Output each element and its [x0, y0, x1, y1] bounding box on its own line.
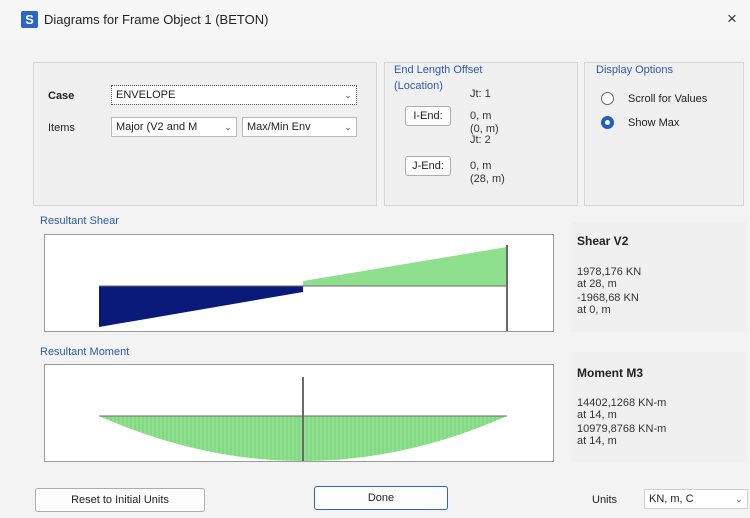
resultant-moment-title: Resultant Moment	[40, 346, 130, 358]
j-end-value: 0, m	[470, 160, 492, 172]
case-label: Case	[48, 90, 75, 102]
app-logo-icon: S	[21, 11, 38, 28]
shear-negative-region	[99, 286, 303, 327]
moment-diagram-svg	[99, 377, 507, 461]
done-button[interactable]: Done	[314, 486, 448, 510]
shear-max-location: at 28, m	[577, 278, 617, 290]
items-dropdown[interactable]: Major (V2 and M ⌄	[111, 117, 237, 137]
moment-diagram	[44, 364, 554, 462]
moment-max-location: at 14, m	[577, 409, 617, 421]
items-value: Major (V2 and M	[116, 121, 198, 133]
moment-result-title: Moment M3	[577, 366, 643, 380]
show-max-radio[interactable]	[601, 116, 614, 129]
display-options-panel	[584, 62, 744, 206]
moment-min-location: at 14, m	[577, 435, 617, 447]
shear-positive-region	[303, 247, 507, 286]
case-dropdown[interactable]: ENVELOPE ⌄	[111, 85, 357, 105]
j-end-button[interactable]: J-End:	[405, 156, 451, 176]
i-joint-label: Jt: 1	[470, 88, 491, 100]
moment-max-value: 14402,1268 KN-m	[577, 397, 667, 409]
scroll-for-values-radio[interactable]	[601, 92, 614, 105]
shear-min-location: at 0, m	[577, 304, 611, 316]
chevron-down-icon: ⌄	[220, 118, 236, 136]
units-label: Units	[592, 494, 618, 506]
chevron-down-icon: ⌄	[340, 118, 356, 136]
shear-min-value: -1968,68 KN	[577, 292, 639, 304]
shear-diagram	[44, 234, 554, 332]
i-end-button[interactable]: I-End:	[405, 106, 451, 126]
units-value: KN, m, C	[649, 493, 694, 505]
shear-result-title: Shear V2	[577, 234, 629, 248]
show-max-label[interactable]: Show Max	[628, 117, 679, 129]
j-end-location: (28, m)	[470, 173, 505, 185]
chevron-down-icon: ⌄	[731, 490, 747, 508]
j-joint-label: Jt: 2	[470, 134, 491, 146]
end-length-offset-title: End Length Offset	[394, 64, 483, 76]
shear-max-value: 1978,176 KN	[577, 266, 642, 278]
reset-units-button[interactable]: Reset to Initial Units	[35, 488, 205, 512]
items-label: Items	[48, 122, 75, 134]
location-label: (Location)	[394, 80, 443, 92]
display-options-title: Display Options	[596, 64, 674, 76]
chevron-down-icon: ⌄	[340, 86, 356, 104]
window-title: Diagrams for Frame Object 1 (BETON)	[44, 12, 269, 27]
moment-min-value: 10979,8768 KN-m	[577, 423, 667, 435]
close-icon[interactable]: ×	[720, 8, 744, 30]
scroll-for-values-label[interactable]: Scroll for Values	[628, 93, 707, 105]
envelope-value: Max/Min Env	[247, 121, 311, 133]
envelope-dropdown[interactable]: Max/Min Env ⌄	[242, 117, 357, 137]
shear-diagram-svg	[99, 245, 508, 331]
resultant-shear-title: Resultant Shear	[40, 215, 119, 227]
title-bar: S Diagrams for Frame Object 1 (BETON) ×	[0, 0, 750, 40]
units-dropdown[interactable]: KN, m, C ⌄	[644, 489, 748, 509]
i-end-value: 0, m	[470, 110, 492, 122]
case-value: ENVELOPE	[116, 89, 176, 101]
